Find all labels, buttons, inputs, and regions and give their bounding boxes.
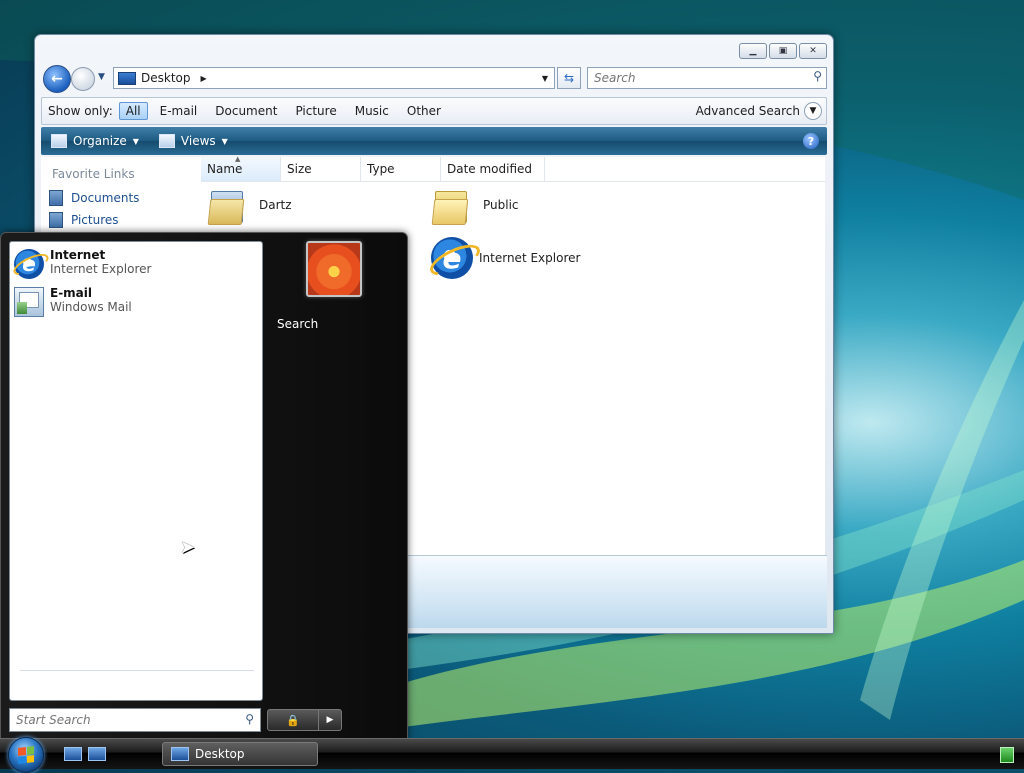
column-label: Size <box>287 162 312 176</box>
column-header-type[interactable]: Type <box>361 157 441 181</box>
file-item-label: Dartz <box>259 198 292 212</box>
refresh-button[interactable]: ⇆ <box>557 67 581 89</box>
search-icon[interactable]: ⚲ <box>245 712 254 726</box>
divider <box>20 670 254 671</box>
column-headers: ▲ Name Size Type Date modified <box>201 155 825 182</box>
advanced-search-button[interactable]: Advanced Search ▼ <box>696 102 822 120</box>
advanced-search-label: Advanced Search <box>695 104 800 118</box>
internet-explorer-icon: e <box>431 237 473 279</box>
dropdown-arrow-icon: ▼ <box>132 136 139 146</box>
favorite-link-label: Documents <box>71 191 140 205</box>
favorite-links-heading: Favorite Links <box>52 167 135 181</box>
mouse-cursor-icon: ➤ <box>180 537 196 558</box>
recent-pages-dropdown[interactable]: ▼ <box>98 72 105 82</box>
address-bar[interactable]: Desktop ▶ ▼ <box>113 67 555 89</box>
shutdown-options-button[interactable]: ▶ <box>319 709 342 731</box>
pinned-item-title: E-mail <box>50 286 93 300</box>
user-picture[interactable] <box>306 241 362 297</box>
filter-other[interactable]: Other <box>401 103 447 119</box>
search-filter-bar: Show only: All E-mail Document Picture M… <box>41 97 827 125</box>
close-button[interactable]: ✕ <box>799 43 827 59</box>
command-toolbar: Organize ▼ Views ▼ ? <box>41 127 827 155</box>
refresh-icon: ⇆ <box>563 71 575 85</box>
start-search-input[interactable] <box>14 712 228 728</box>
favorite-link-documents[interactable]: Documents <box>49 187 201 209</box>
views-icon <box>158 134 175 148</box>
filter-picture[interactable]: Picture <box>289 103 342 119</box>
start-menu: e Internet Internet Explorer E-mail Wind… <box>0 232 408 740</box>
taskbar: Desktop <box>0 737 1024 773</box>
organize-label: Organize <box>73 134 127 148</box>
favorite-link-label: Pictures <box>71 213 119 227</box>
navigation-bar: ← ▼ Desktop ▶ ▼ ⇆ ⚲ <box>43 65 827 93</box>
breadcrumb-arrow-icon[interactable]: ▶ <box>201 74 207 83</box>
filter-music[interactable]: Music <box>349 103 395 119</box>
explorer-search-box[interactable]: ⚲ <box>587 67 827 89</box>
file-item-dartz[interactable]: Dartz <box>207 187 292 225</box>
column-label: Name <box>207 162 243 176</box>
arrow-right-icon: ▶ <box>326 715 334 725</box>
filter-all[interactable]: All <box>118 102 148 120</box>
user-folder-icon <box>207 187 245 225</box>
views-button[interactable]: Views ▼ <box>158 134 228 148</box>
switch-windows-icon[interactable] <box>88 747 106 761</box>
caption-buttons: ▁ ▣ ✕ <box>739 43 827 59</box>
explorer-search-input[interactable] <box>592 70 796 86</box>
sort-ascending-icon: ▲ <box>235 155 241 163</box>
favorite-link-pictures[interactable]: Pictures <box>49 209 201 231</box>
desktop-icon <box>118 71 136 85</box>
chevron-down-icon: ▼ <box>804 102 822 120</box>
organize-button[interactable]: Organize ▼ <box>51 134 139 148</box>
power-buttons: 🔒 ▶ <box>267 709 342 731</box>
file-item-internet-explorer[interactable]: e Internet Explorer <box>431 237 580 279</box>
column-header-date-modified[interactable]: Date modified <box>441 157 545 181</box>
search-icon[interactable]: ⚲ <box>813 69 822 83</box>
show-desktop-icon[interactable] <box>64 747 82 761</box>
pinned-item-title: Internet <box>50 248 106 262</box>
back-button[interactable]: ← <box>43 65 71 93</box>
file-item-public[interactable]: Public <box>431 187 519 225</box>
windows-mail-icon <box>14 287 44 317</box>
documents-icon <box>49 190 63 206</box>
folder-icon <box>431 187 469 225</box>
column-label: Type <box>367 162 395 176</box>
column-header-size[interactable]: Size <box>281 157 361 181</box>
start-programs-pane: e Internet Internet Explorer E-mail Wind… <box>9 241 263 701</box>
forward-button[interactable] <box>71 67 95 91</box>
internet-explorer-icon: e <box>14 249 44 279</box>
pinned-item-email[interactable]: E-mail Windows Mail <box>14 286 132 317</box>
desktop-icon <box>171 747 189 761</box>
filter-email[interactable]: E-mail <box>154 103 204 119</box>
pictures-icon <box>49 212 63 228</box>
navigation-pane: Favorite Links Documents Pictures <box>41 157 202 233</box>
pinned-item-subtitle: Internet Explorer <box>50 262 152 276</box>
column-header-name[interactable]: ▲ Name <box>201 155 281 181</box>
pinned-item-subtitle: Windows Mail <box>50 300 132 314</box>
lock-icon: 🔒 <box>286 713 300 727</box>
filter-label: Show only: <box>48 104 113 118</box>
file-item-label: Public <box>483 198 519 212</box>
minimize-button[interactable]: ▁ <box>739 43 767 59</box>
maximize-button[interactable]: ▣ <box>769 43 797 59</box>
network-icon[interactable] <box>1000 747 1014 763</box>
taskbar-button-label: Desktop <box>195 747 245 761</box>
address-dropdown-icon[interactable]: ▼ <box>542 74 548 83</box>
address-location[interactable]: Desktop <box>141 71 191 85</box>
help-icon[interactable]: ? <box>803 133 819 149</box>
views-label: Views <box>180 134 216 148</box>
organize-icon <box>51 134 67 148</box>
windows-logo-icon <box>18 746 34 764</box>
pinned-item-internet[interactable]: e Internet Internet Explorer <box>14 248 151 279</box>
start-link-search[interactable]: Search <box>277 317 318 331</box>
taskbar-button-desktop[interactable]: Desktop <box>162 742 318 766</box>
back-arrow-icon: ← <box>51 71 63 87</box>
file-item-label: Internet Explorer <box>479 251 581 265</box>
column-label: Date modified <box>447 162 533 176</box>
dropdown-arrow-icon: ▼ <box>221 136 228 146</box>
filter-document[interactable]: Document <box>209 103 283 119</box>
lock-button[interactable]: 🔒 <box>267 709 319 731</box>
start-search-box[interactable]: ⚲ <box>9 708 261 732</box>
